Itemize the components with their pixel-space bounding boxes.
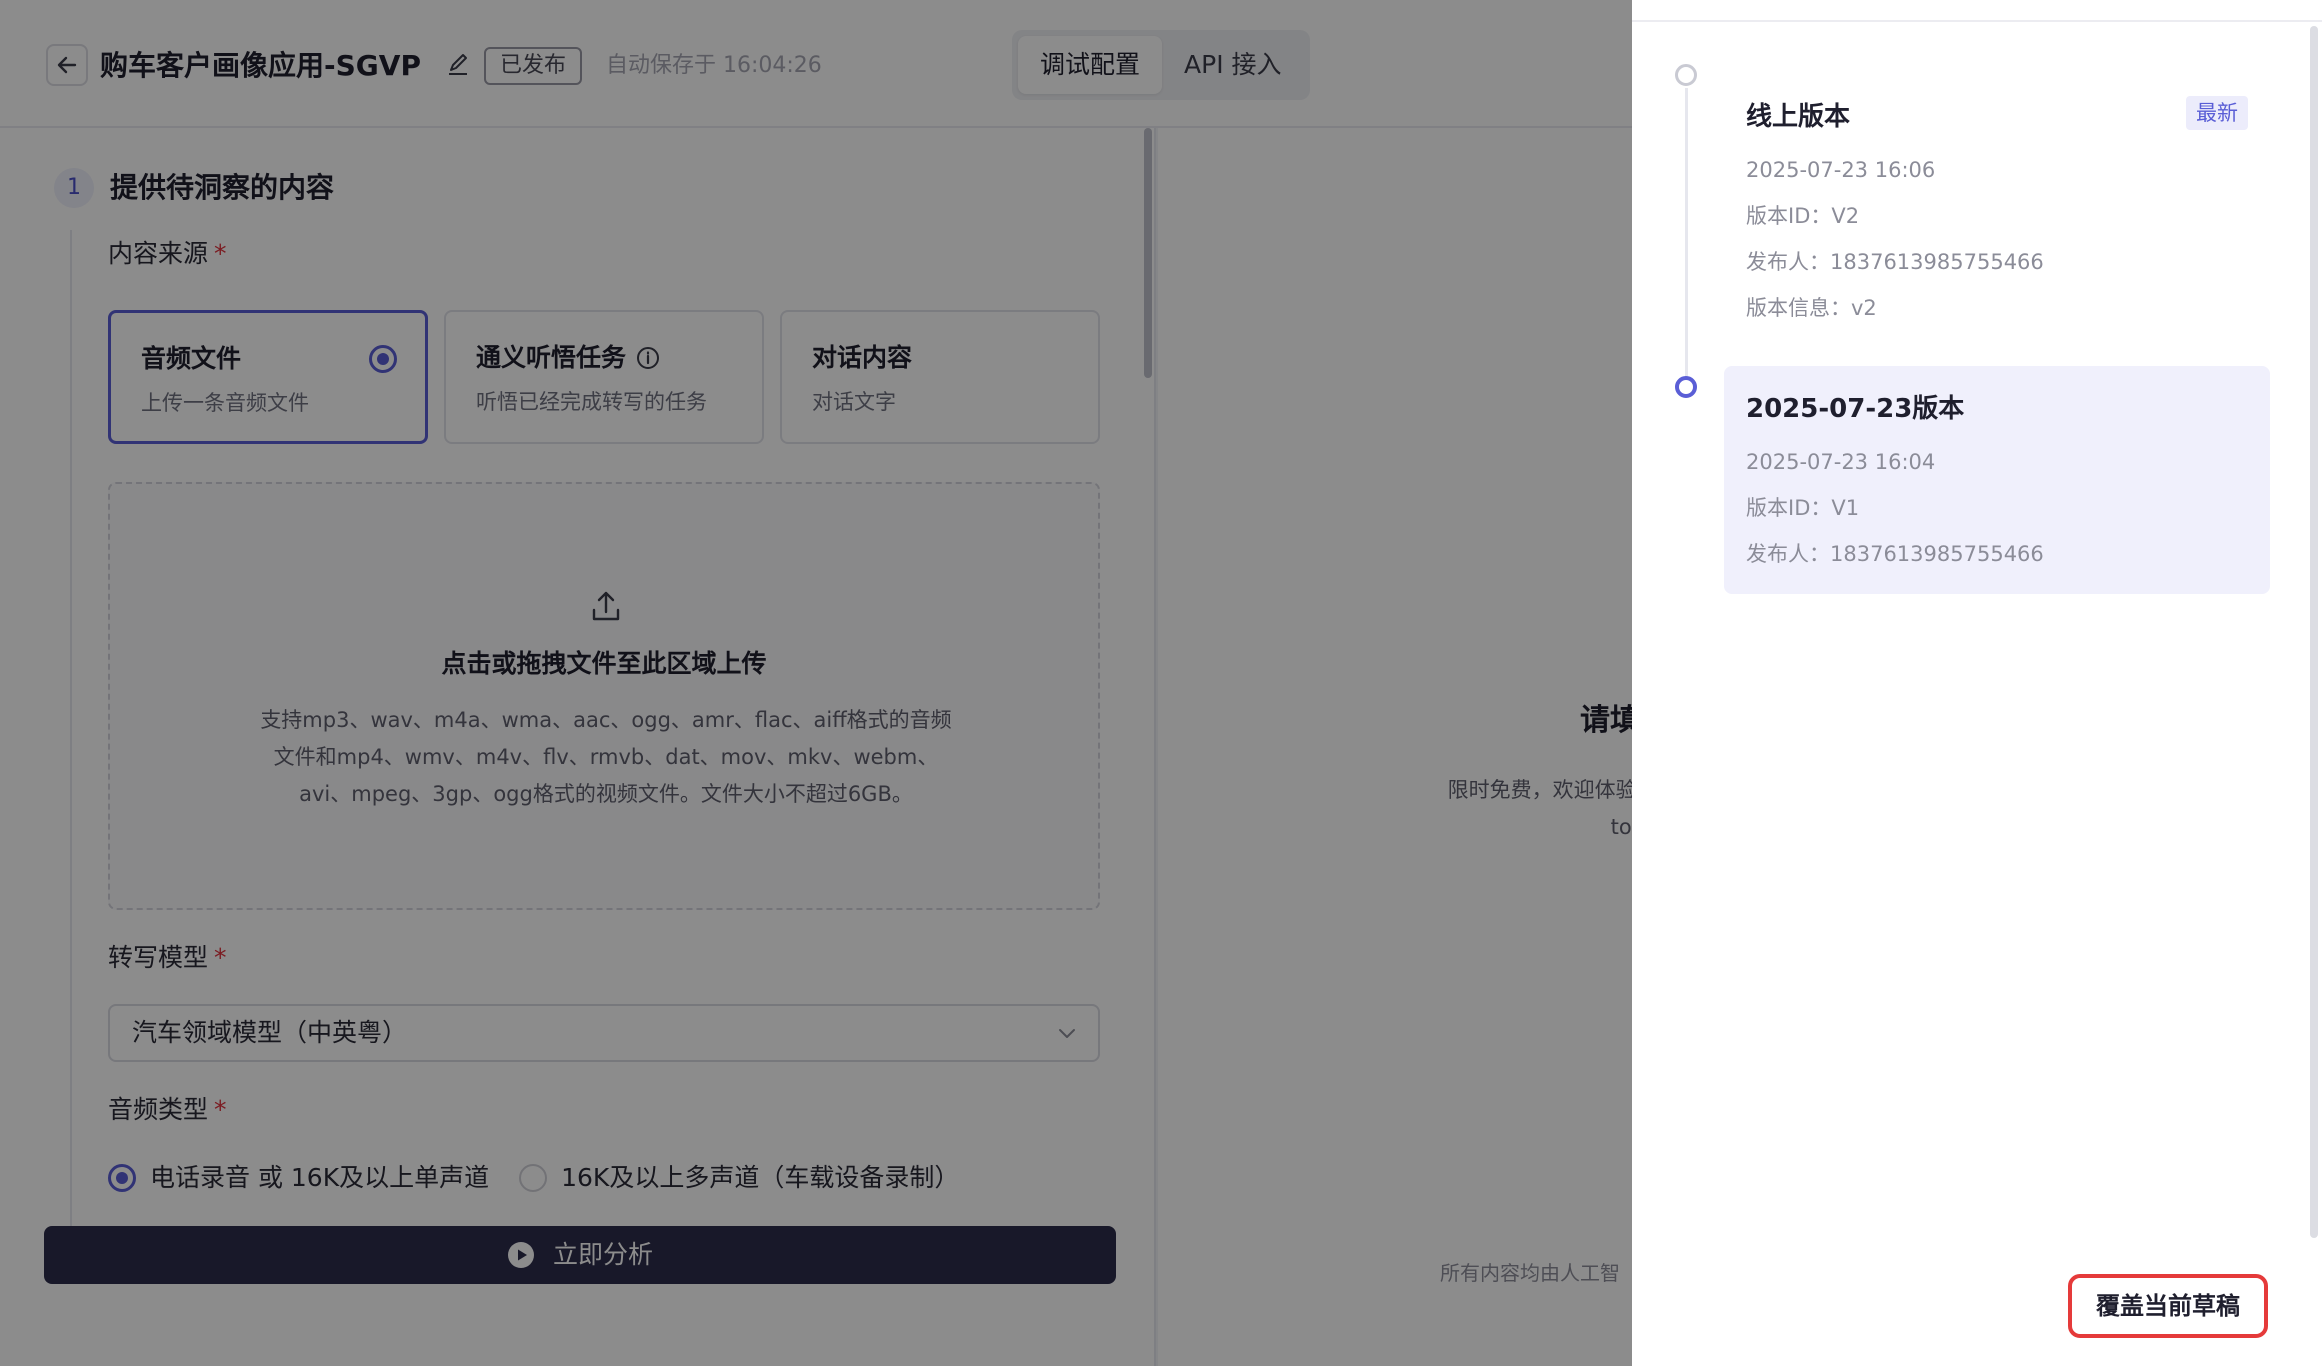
version-time: 2025-07-23 16:06 bbox=[1746, 158, 1936, 182]
drawer-scrollbar[interactable] bbox=[2310, 26, 2318, 1238]
modal-mask[interactable] bbox=[0, 0, 1632, 1366]
version-time: 2025-07-23 16:04 bbox=[1746, 450, 1936, 474]
version-title: 2025-07-23版本 bbox=[1746, 394, 1965, 424]
timeline-line bbox=[1685, 88, 1688, 378]
drawer-divider bbox=[1632, 20, 2322, 22]
timeline-dot-active bbox=[1675, 376, 1697, 398]
version-item-online[interactable]: 线上版本 最新 2025-07-23 16:06 版本ID：V2 发布人：183… bbox=[1724, 74, 2270, 346]
version-item-v1[interactable]: 2025-07-23版本 2025-07-23 16:04 版本ID：V1 发布… bbox=[1724, 366, 2270, 594]
newest-badge: 最新 bbox=[2186, 96, 2248, 130]
timeline-dot bbox=[1675, 64, 1697, 86]
version-id: 版本ID：V1 bbox=[1746, 496, 1860, 520]
version-info: 版本信息：v2 bbox=[1746, 296, 1877, 320]
version-title: 线上版本 bbox=[1746, 102, 1851, 132]
version-id: 版本ID：V2 bbox=[1746, 204, 1860, 228]
version-publisher: 发布人：1837613985755466 bbox=[1746, 250, 2044, 274]
version-history-drawer: 线上版本 最新 2025-07-23 16:06 版本ID：V2 发布人：183… bbox=[1632, 0, 2322, 1366]
version-publisher: 发布人：1837613985755466 bbox=[1746, 542, 2044, 566]
override-draft-button[interactable]: 覆盖当前草稿 bbox=[2068, 1274, 2268, 1338]
